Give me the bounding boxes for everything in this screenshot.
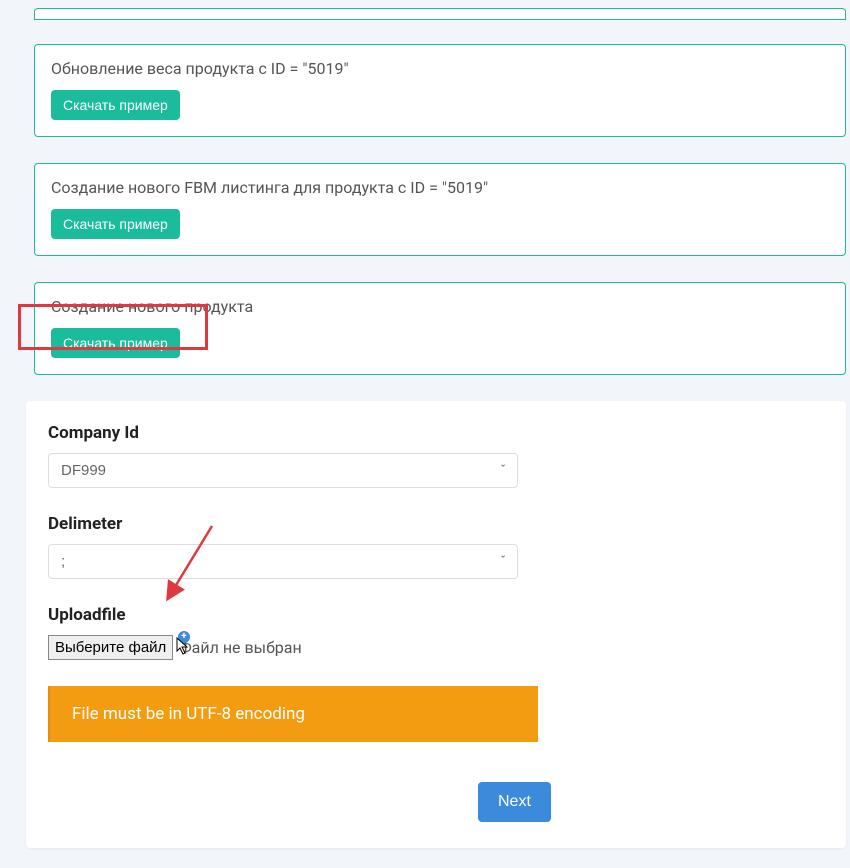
upload-form-panel: Company Id DF999 ˇ Delimeter ; ˇ Uploadf… [26, 401, 846, 848]
next-button-row: Next [48, 782, 824, 822]
upload-row: Выберите файл Файл не выбран + [48, 635, 824, 660]
example-box-update-weight: Обновление веса продукта с ID = "5019" С… [34, 44, 846, 137]
company-id-select[interactable]: DF999 [48, 453, 518, 488]
next-button[interactable]: Next [478, 782, 551, 822]
example-box-new-fbm: Создание нового FBM листинга для продукт… [34, 163, 846, 256]
delimiter-label: Delimeter [48, 514, 824, 534]
download-example-button[interactable]: Скачать пример [51, 90, 180, 120]
uploadfile-label: Uploadfile [48, 605, 824, 625]
delimiter-select[interactable]: ; [48, 544, 518, 579]
company-id-label: Company Id [48, 423, 824, 443]
example-title: Обновление веса продукта с ID = "5019" [51, 59, 829, 78]
delimiter-select-wrap: ; ˇ [48, 544, 518, 579]
download-example-button[interactable]: Скачать пример [51, 209, 180, 239]
download-example-button[interactable]: Скачать пример [51, 328, 180, 358]
company-id-select-wrap: DF999 ˇ [48, 453, 518, 488]
example-title: Создание нового FBM листинга для продукт… [51, 178, 829, 197]
top-panel-fragment [34, 8, 846, 20]
encoding-warning-banner: File must be in UTF-8 encoding [48, 686, 538, 742]
no-file-text: Файл не выбран [179, 638, 301, 657]
example-box-new-product: Создание нового продукта Скачать пример [34, 282, 846, 375]
example-title: Создание нового продукта [51, 297, 829, 316]
choose-file-button[interactable]: Выберите файл [48, 635, 173, 660]
